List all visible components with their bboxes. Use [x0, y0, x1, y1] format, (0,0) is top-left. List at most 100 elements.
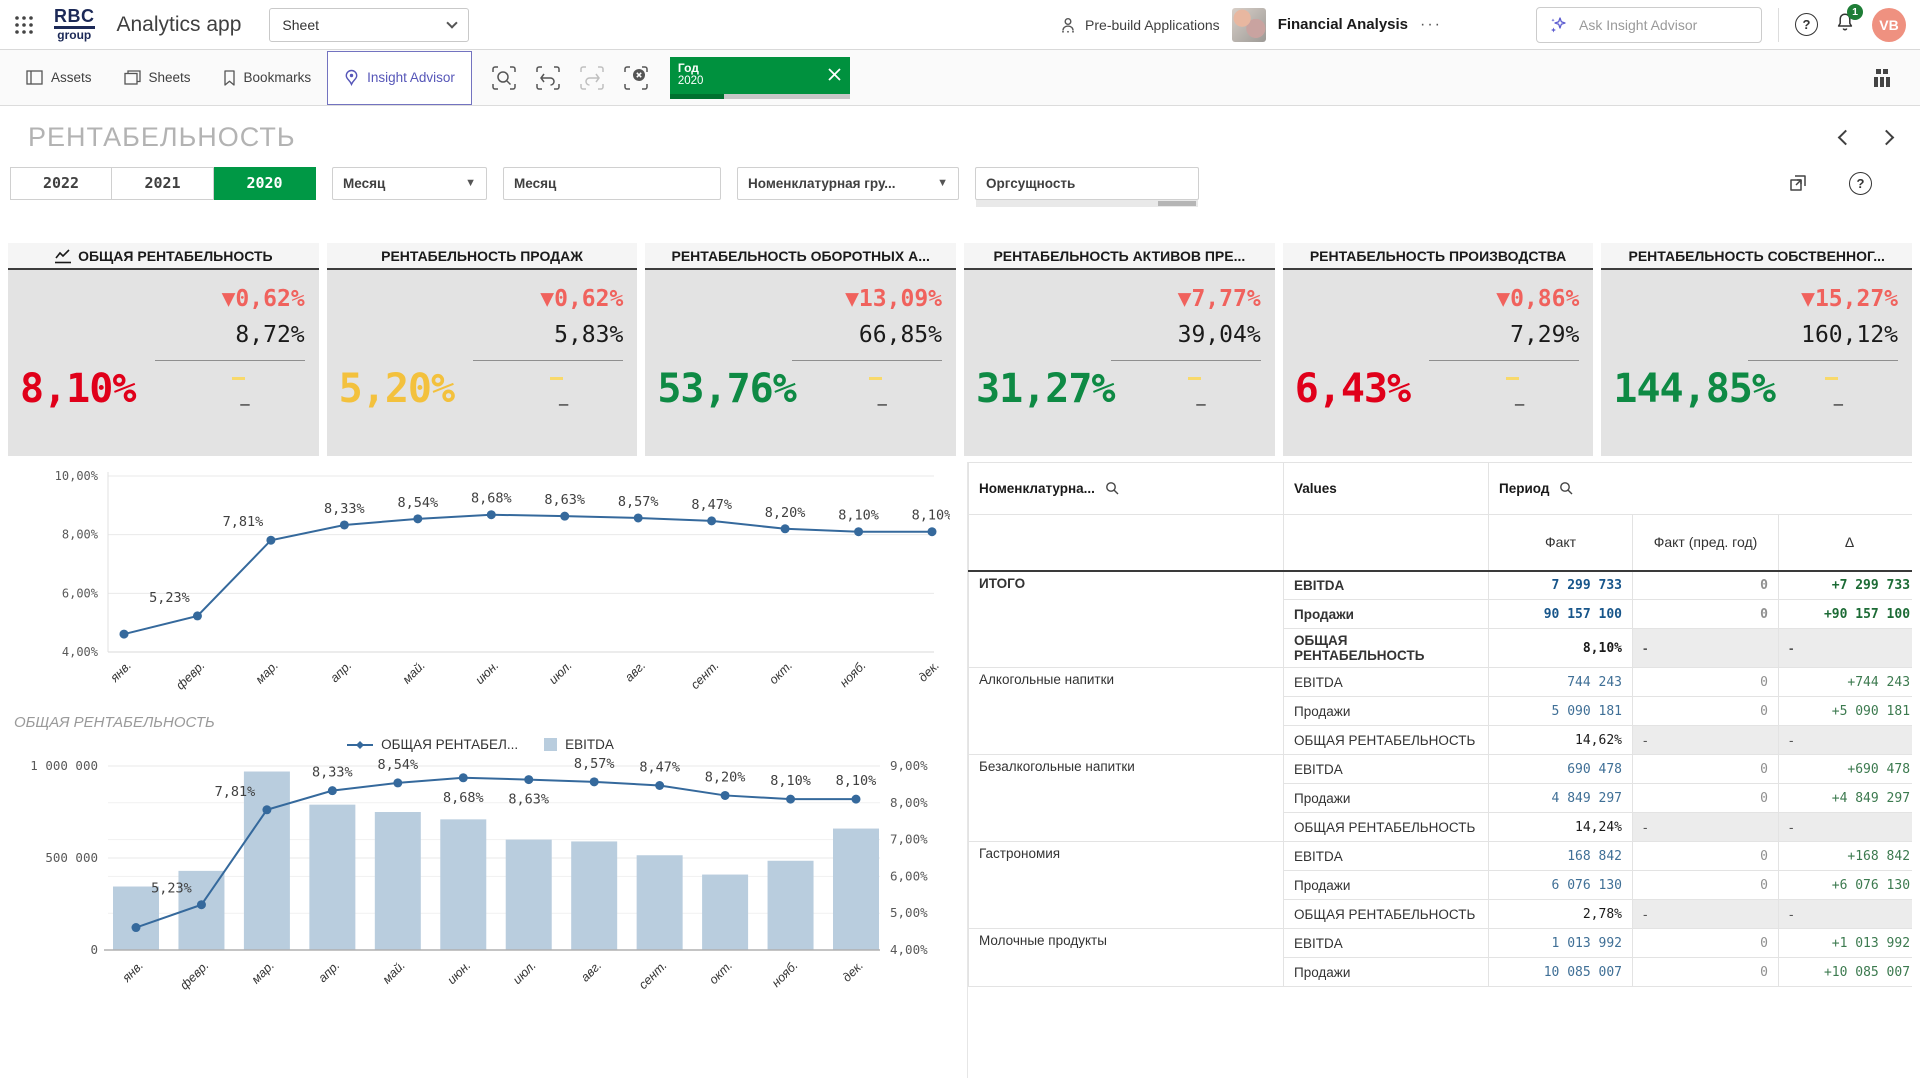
table-prev-cell: 0 [1633, 600, 1779, 629]
table-group-name[interactable]: Безалкогольные напитки [969, 755, 1284, 842]
table-metric-cell[interactable]: EBITDA [1284, 668, 1489, 697]
tab-insight-advisor[interactable]: Insight Advisor [327, 51, 472, 105]
table-fact-cell: 7 299 733 [1489, 571, 1633, 600]
sheet-selector[interactable]: Sheet [269, 8, 469, 42]
table-prev-cell: 0 [1633, 958, 1779, 987]
svg-text:апр.: апр. [316, 958, 343, 985]
tab-sheets[interactable]: Sheets [108, 50, 207, 106]
table-delta-cell: +90 157 100 [1779, 600, 1913, 629]
table-metric-cell[interactable]: Продажи [1284, 784, 1489, 813]
year-button-2022[interactable]: 2022 [10, 167, 112, 200]
table-metric-cell[interactable]: Продажи [1284, 600, 1489, 629]
insight-advisor-search[interactable] [1536, 7, 1762, 43]
table-delta-cell: +10 085 007 [1779, 958, 1913, 987]
table-metric-cell[interactable]: ОБЩАЯ РЕНТАБЕЛЬНОСТЬ [1284, 813, 1489, 842]
profitability-combo-chart[interactable]: 4,00%5,00%6,00%7,00%8,00%9,00%0500 0001 … [8, 752, 953, 1019]
search-icon [1559, 481, 1574, 496]
prev-sheet-button[interactable] [1838, 130, 1854, 146]
close-icon[interactable] [828, 68, 841, 86]
table-metric-cell[interactable]: ОБЩАЯ РЕНТАБЕЛЬНОСТЬ [1284, 726, 1489, 755]
svg-text:8,10%: 8,10% [836, 773, 877, 789]
table-fact-cell: 8,10% [1489, 629, 1633, 668]
table-metric-cell[interactable]: ОБЩАЯ РЕНТАБЕЛЬНОСТЬ [1284, 629, 1489, 668]
table-group-name[interactable]: Алкогольные напитки [969, 668, 1284, 755]
tab-assets[interactable]: Assets [10, 50, 108, 106]
svg-text:8,63%: 8,63% [508, 792, 549, 808]
pivot-table-panel[interactable]: Номенклатурна... Values Период Факт [967, 462, 1912, 1078]
tab-bookmarks[interactable]: Bookmarks [207, 50, 328, 106]
app-thumbnail[interactable] [1232, 8, 1266, 42]
table-delta-cell: - [1779, 900, 1913, 929]
search-selections-icon[interactable] [486, 60, 522, 96]
step-forward-icon[interactable] [574, 60, 610, 96]
column-header-values[interactable]: Values [1284, 463, 1489, 515]
column-header-period[interactable]: Период [1489, 463, 1913, 515]
column-header-nomenclature[interactable]: Номенклатурна... [969, 463, 1284, 515]
rbc-group-logo: RBC group [54, 7, 95, 41]
svg-text:янв.: янв. [119, 958, 146, 985]
next-sheet-button[interactable] [1879, 130, 1895, 146]
kpi-card-1[interactable]: РЕНТАБЕЛЬНОСТЬ ПРОДАЖ 5,20% ▼0,62% 5,83%… [327, 243, 638, 456]
user-avatar[interactable]: VB [1872, 8, 1906, 42]
kpi-trend-dash [550, 377, 563, 380]
subheader-fact[interactable]: Факт [1489, 515, 1633, 571]
kpi-card-0[interactable]: ОБЩАЯ РЕНТАБЕЛЬНОСТЬ 8,10% ▼0,62% 8,72% … [8, 243, 319, 456]
table-group-name[interactable]: Гастрономия [969, 842, 1284, 929]
table-metric-cell[interactable]: EBITDA [1284, 571, 1489, 600]
sheet-layout-icon[interactable] [1872, 68, 1894, 88]
table-row[interactable]: Алкогольные напиткиEBITDA744 2430+744 24… [969, 668, 1913, 697]
legend-item-line[interactable]: ОБЩАЯ РЕНТАБЕЛ... [347, 737, 518, 752]
table-metric-cell[interactable]: EBITDA [1284, 929, 1489, 958]
more-options-icon[interactable]: ··· [1420, 16, 1442, 34]
nomenclature-dropdown[interactable]: Номенклатурная гру...▼ [737, 167, 959, 200]
divider [1748, 360, 1898, 361]
help-icon[interactable]: ? [1849, 172, 1872, 195]
table-row[interactable]: ИТОГОEBITDA7 299 7330+7 299 733 [969, 571, 1913, 600]
horizontal-scrollbar[interactable] [976, 200, 1198, 207]
clear-selections-icon[interactable] [618, 60, 654, 96]
month-listbox[interactable]: Месяц [503, 167, 721, 200]
kpi-change-value: ▼13,09% [792, 286, 942, 312]
prebuild-applications-link[interactable]: Pre-build Applications [1059, 16, 1220, 34]
year-button-2020[interactable]: 2020 [214, 167, 316, 200]
step-back-icon[interactable] [530, 60, 566, 96]
table-group-name[interactable]: Молочные продукты [969, 929, 1284, 987]
people-icon [1059, 16, 1077, 34]
table-metric-cell[interactable]: EBITDA [1284, 755, 1489, 784]
svg-text:нояб.: нояб. [837, 658, 869, 690]
month-dropdown[interactable]: Месяц▼ [332, 167, 487, 200]
notifications-bell-icon[interactable]: 1 [1834, 11, 1856, 38]
table-delta-cell: +6 076 130 [1779, 871, 1913, 900]
table-row[interactable]: ГастрономияEBITDA168 8420+168 842 [969, 842, 1913, 871]
table-metric-cell[interactable]: Продажи [1284, 958, 1489, 987]
kpi-card-4[interactable]: РЕНТАБЕЛЬНОСТЬ ПРОИЗВОДСТВА 6,43% ▼0,86%… [1283, 243, 1594, 456]
svg-text:8,33%: 8,33% [324, 501, 365, 517]
table-row[interactable]: Безалкогольные напиткиEBITDA690 4780+690… [969, 755, 1913, 784]
table-group-name[interactable]: ИТОГО [969, 571, 1284, 668]
table-metric-cell[interactable]: Продажи [1284, 871, 1489, 900]
kpi-card-2[interactable]: РЕНТАБЕЛЬНОСТЬ ОБОРОТНЫХ А... 53,76% ▼13… [645, 243, 956, 456]
table-delta-cell: +744 243 [1779, 668, 1913, 697]
table-row[interactable]: Молочные продуктыEBITDA1 013 9920+1 013 … [969, 929, 1913, 958]
legend-item-bar[interactable]: EBITDA [544, 737, 614, 752]
search-input[interactable] [1579, 17, 1739, 33]
profitability-line-chart[interactable]: 4,00%6,00%8,00%10,00%5,23%7,81%8,33%8,54… [8, 462, 953, 702]
subheader-delta[interactable]: Δ [1779, 515, 1913, 571]
help-icon[interactable]: ? [1795, 13, 1818, 36]
table-metric-cell[interactable]: Продажи [1284, 697, 1489, 726]
kpi-card-3[interactable]: РЕНТАБЕЛЬНОСТЬ АКТИВОВ ПРЕ... 31,27% ▼7,… [964, 243, 1275, 456]
table-metric-cell[interactable]: EBITDA [1284, 842, 1489, 871]
selection-chip-year[interactable]: Год 2020 [670, 57, 850, 99]
top-bar: RBC group Analytics app Sheet Pre-build … [0, 0, 1920, 50]
table-metric-cell[interactable]: ОБЩАЯ РЕНТАБЕЛЬНОСТЬ [1284, 900, 1489, 929]
org-entity-listbox[interactable]: Оргсущность [975, 167, 1199, 200]
kpi-card-5[interactable]: РЕНТАБЕЛЬНОСТЬ СОБСТВЕННОГ... 144,85% ▼1… [1601, 243, 1912, 456]
app-menu-icon[interactable] [14, 15, 34, 35]
year-button-2021[interactable]: 2021 [112, 167, 214, 200]
svg-text:6,00%: 6,00% [62, 586, 99, 600]
kpi-current-value: 5,20% [339, 366, 454, 412]
svg-text:май.: май. [380, 958, 408, 986]
svg-text:8,10%: 8,10% [838, 508, 879, 524]
subheader-fact-prev[interactable]: Факт (пред. год) [1633, 515, 1779, 571]
export-icon[interactable] [1787, 172, 1809, 194]
